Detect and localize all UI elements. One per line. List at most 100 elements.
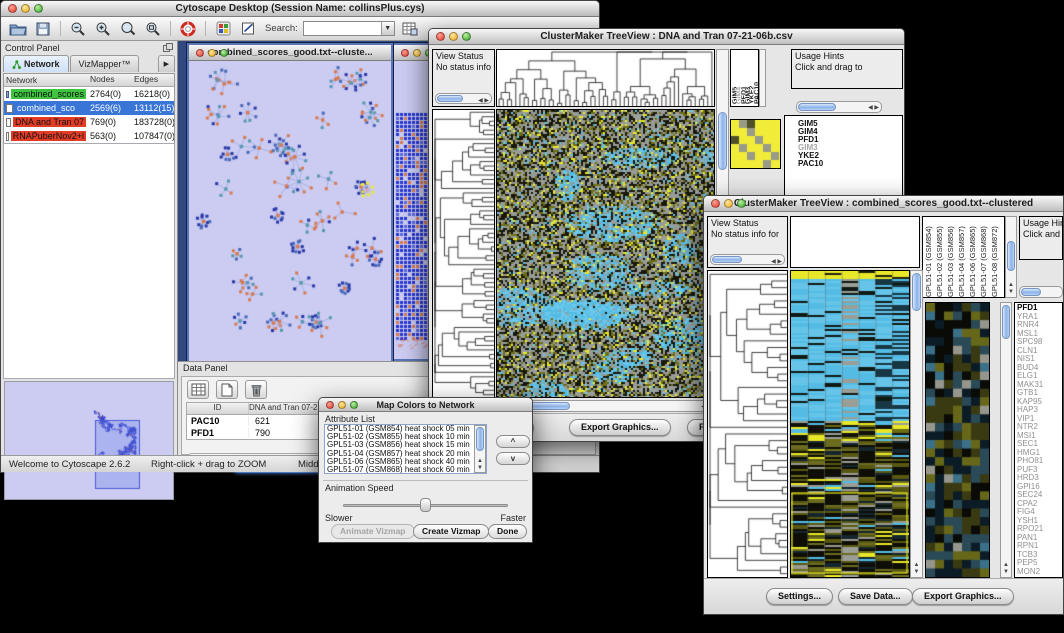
- animate-vizmap-button[interactable]: Animate Vizmap: [331, 524, 415, 539]
- attribute-list[interactable]: GPL51-01 (GSM854) heat shock 05 minGPL51…: [324, 424, 487, 474]
- row-dendrogram[interactable]: [707, 270, 788, 578]
- usage-scrollbar[interactable]: [1019, 286, 1063, 298]
- close-button[interactable]: [196, 49, 204, 57]
- zoom-fit-icon[interactable]: [143, 19, 163, 38]
- attribute-list-item[interactable]: GPL51-07 (GSM868) heat shock 60 min: [325, 466, 486, 474]
- export-graphics-button[interactable]: Export Graphics...: [912, 588, 1014, 605]
- save-icon[interactable]: [33, 19, 53, 38]
- usage-scrollbar[interactable]: ◀ ▶: [796, 101, 882, 113]
- zoom-heatmap[interactable]: [925, 302, 990, 578]
- network-overview[interactable]: [4, 381, 174, 500]
- scroll-down-icon[interactable]: ▼: [1001, 569, 1011, 575]
- tab-network[interactable]: Network: [3, 55, 69, 72]
- scroll-thumb[interactable]: [718, 112, 727, 170]
- export-graphics-button[interactable]: Export Graphics...: [569, 419, 671, 436]
- minimize-button[interactable]: [21, 4, 30, 13]
- slider-thumb[interactable]: [420, 498, 431, 512]
- column-dendrogram[interactable]: [790, 216, 920, 268]
- network-list-row[interactable]: combined_scores2764(0)16218(0): [4, 87, 174, 101]
- treeview1-titlebar[interactable]: ClusterMaker TreeView : DNA and Tran 07-…: [429, 29, 904, 45]
- search-input[interactable]: ▼: [303, 21, 395, 36]
- row-dendrogram[interactable]: [432, 109, 495, 398]
- network-canvas[interactable]: [189, 61, 391, 361]
- move-up-button[interactable]: ^: [496, 435, 530, 448]
- scroll-thumb[interactable]: [798, 103, 836, 111]
- open-file-icon[interactable]: [8, 19, 28, 38]
- vizmap-colors-icon[interactable]: [213, 19, 233, 38]
- scroll-down-icon[interactable]: ▼: [475, 465, 485, 471]
- zoom-in-icon[interactable]: [93, 19, 113, 38]
- save-data-button[interactable]: Save Data...: [838, 588, 913, 605]
- attribute-list-scrollbar[interactable]: ▲ ▼: [474, 425, 486, 473]
- zoom-button[interactable]: [34, 4, 43, 13]
- zoom-heatmap[interactable]: [730, 119, 781, 169]
- minimize-button[interactable]: [413, 49, 421, 57]
- scroll-up-icon[interactable]: ▲: [1006, 282, 1016, 288]
- scroll-thumb[interactable]: [712, 256, 742, 263]
- help-lifesaver-icon[interactable]: [178, 19, 198, 38]
- view-status-scrollbar[interactable]: ◀ ▶: [435, 93, 492, 104]
- cytoscape-titlebar[interactable]: Cytoscape Desktop (Session Name: collins…: [1, 1, 599, 17]
- select-attributes-icon[interactable]: [187, 380, 209, 399]
- labels-scrollbar[interactable]: [759, 49, 766, 107]
- zoom-selected-icon[interactable]: [118, 19, 138, 38]
- scroll-arrows-icon[interactable]: ◀ ▶: [868, 104, 879, 111]
- new-attribute-icon[interactable]: [216, 380, 238, 399]
- scroll-thumb[interactable]: [1002, 305, 1010, 339]
- global-heatmap[interactable]: [496, 109, 715, 398]
- scroll-thumb[interactable]: [1021, 288, 1041, 296]
- scroll-down-icon[interactable]: ▼: [1006, 289, 1016, 295]
- view-status-scrollbar[interactable]: ◀ ▶: [710, 254, 785, 265]
- col-edges[interactable]: Edges: [132, 74, 174, 86]
- scroll-up-icon[interactable]: ▲: [1001, 562, 1011, 568]
- scroll-down-icon[interactable]: ▼: [911, 569, 922, 575]
- close-button[interactable]: [8, 4, 17, 13]
- column-labels-scrollbar[interactable]: ▲ ▼: [1005, 216, 1017, 298]
- scroll-thumb[interactable]: [912, 273, 921, 311]
- zoom-button[interactable]: [220, 49, 228, 57]
- zoom-button[interactable]: [737, 199, 746, 208]
- scroll-thumb[interactable]: [1007, 241, 1015, 271]
- close-button[interactable]: [401, 49, 409, 57]
- dialog-titlebar[interactable]: Map Colors to Network: [319, 398, 532, 412]
- network-window-1-titlebar[interactable]: combined_scores_good.txt--cluste...: [189, 45, 391, 61]
- zoom-button[interactable]: [462, 32, 471, 41]
- heatmap-vscrollbar[interactable]: ▲ ▼: [910, 270, 923, 578]
- network-list-row[interactable]: RNAPuberNov2+l563(0)107847(0): [4, 129, 174, 143]
- search-dropdown-icon[interactable]: ▼: [381, 22, 394, 35]
- scroll-thumb[interactable]: [437, 95, 463, 102]
- minimize-button[interactable]: [724, 199, 733, 208]
- close-button[interactable]: [711, 199, 720, 208]
- scroll-arrows-icon[interactable]: ◀ ▶: [478, 96, 489, 107]
- scroll-arrows-icon[interactable]: ◀ ▶: [771, 257, 782, 268]
- tab-overflow-button[interactable]: ▶: [158, 55, 175, 72]
- tab-vizmapper[interactable]: VizMapper™: [70, 55, 140, 72]
- scroll-thumb[interactable]: [476, 427, 484, 451]
- column-dendrogram[interactable]: [496, 49, 715, 107]
- done-button[interactable]: Done: [488, 524, 527, 539]
- network-list-row[interactable]: combined_sco2569(6)13112(15): [4, 101, 174, 115]
- delete-attribute-icon[interactable]: [245, 380, 267, 399]
- settings-button[interactable]: Settings...: [766, 588, 833, 605]
- minimize-button[interactable]: [338, 401, 346, 409]
- minimize-button[interactable]: [208, 49, 216, 57]
- annotation-icon[interactable]: [238, 19, 258, 38]
- col-network[interactable]: Network: [4, 74, 88, 86]
- col-id[interactable]: ID: [187, 403, 249, 414]
- col-nodes[interactable]: Nodes: [88, 74, 132, 86]
- network-list-row[interactable]: DNA and Tran 07769(0)183728(0): [4, 115, 174, 129]
- import-table-icon[interactable]: [400, 19, 420, 38]
- gene-labels-scrollbar[interactable]: ▲ ▼: [1000, 302, 1012, 578]
- minimize-button[interactable]: [449, 32, 458, 41]
- treeview2-titlebar[interactable]: ClusterMaker TreeView : combined_scores_…: [704, 196, 1063, 212]
- scroll-up-icon[interactable]: ▲: [911, 562, 922, 568]
- zoom-button[interactable]: [350, 401, 358, 409]
- zoom-out-icon[interactable]: [68, 19, 88, 38]
- create-vizmap-button[interactable]: Create Vizmap: [413, 524, 489, 539]
- close-button[interactable]: [326, 401, 334, 409]
- float-panel-icon[interactable]: [163, 43, 173, 54]
- scroll-up-icon[interactable]: ▲: [475, 458, 485, 464]
- close-button[interactable]: [436, 32, 445, 41]
- move-down-button[interactable]: v: [496, 452, 530, 465]
- global-heatmap[interactable]: [790, 270, 910, 578]
